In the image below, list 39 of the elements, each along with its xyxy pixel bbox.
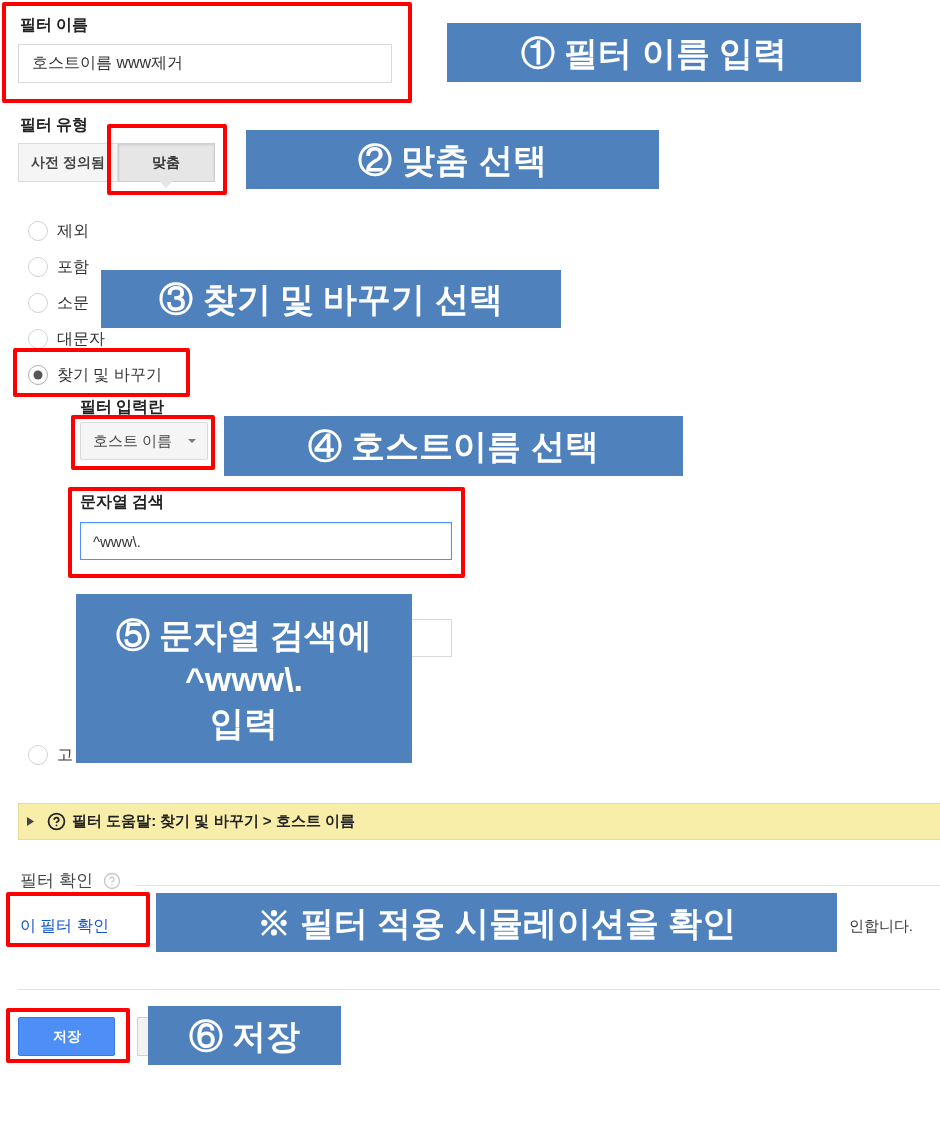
radio-label: 포함 — [57, 257, 89, 277]
caret-icon — [188, 439, 196, 443]
radio-label: 대문자 — [57, 329, 105, 349]
radio-button[interactable] — [28, 221, 48, 241]
pointer-icon — [159, 181, 174, 188]
field-label: 필터 유형 — [19, 115, 89, 135]
expand-triangle-icon[interactable] — [27, 817, 34, 826]
secondary-button[interactable] — [137, 1017, 148, 1056]
callout-label: ※ 필터 적용 시뮬레이션을 확인 — [156, 893, 837, 952]
search-string-field[interactable]: ^www\. — [80, 522, 452, 560]
radio-button[interactable] — [28, 365, 48, 385]
callout-label: ④ 호스트이름 선택 — [224, 416, 683, 476]
radio-label: 찾기 및 바꾸기 — [57, 365, 162, 385]
segment-tab[interactable]: 사전 정의됨 — [18, 143, 118, 182]
radio-label: 소문 — [57, 293, 89, 313]
filter-name-field[interactable]: 호스트이름 www제거 — [18, 44, 392, 83]
help-icon[interactable] — [102, 872, 121, 890]
help-bar[interactable]: 필터 도움말: 찾기 및 바꾸기 > 호스트 이름 — [18, 803, 940, 840]
verify-filter-link[interactable]: 이 필터 확인 — [18, 915, 109, 937]
callout-label: ⑥ 저장 — [148, 1006, 341, 1065]
replace-string-field[interactable] — [412, 619, 452, 657]
description-text: 인합니다. — [848, 915, 914, 936]
help-icon — [47, 812, 66, 831]
field-label: 필터 입력란 — [80, 397, 165, 417]
segment-tab[interactable]: 맞춤 — [117, 143, 215, 182]
callout-label: ③ 찾기 및 바꾸기 선택 — [101, 270, 561, 328]
callout-label: ⑤ 문자열 검색에 ^www\. 입력 — [76, 594, 412, 763]
radio-button[interactable] — [28, 257, 48, 277]
section-title: 필터 확인 — [19, 870, 93, 892]
callout-label: ② 맞춤 선택 — [246, 130, 659, 189]
radio-button[interactable] — [28, 329, 48, 349]
radio-button[interactable] — [28, 745, 48, 765]
dropdown[interactable]: 호스트 이름 — [80, 422, 208, 460]
field-label: 필터 이름 — [19, 15, 89, 35]
radio-button[interactable] — [28, 293, 48, 313]
callout-label: ① 필터 이름 입력 — [447, 23, 861, 82]
radio-label: 고 — [57, 745, 73, 765]
radio-label: 제외 — [57, 221, 89, 241]
field-label: 문자열 검색 — [80, 492, 165, 512]
